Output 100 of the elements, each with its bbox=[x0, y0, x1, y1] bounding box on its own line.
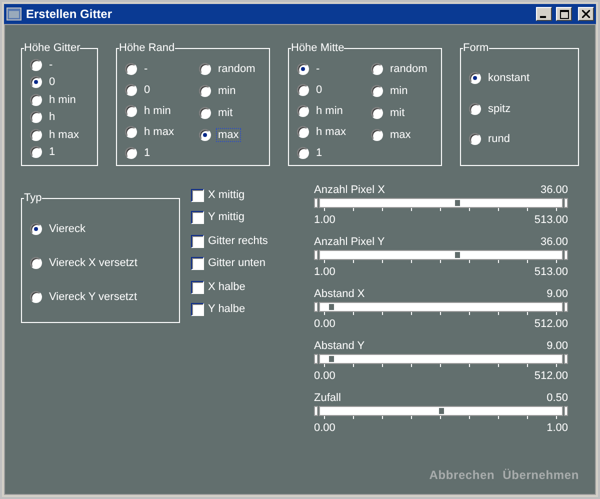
radio-label: mit bbox=[389, 106, 406, 120]
slider-end-cap bbox=[314, 198, 318, 208]
radio-label: h max bbox=[48, 128, 80, 142]
radio-label: Viereck X versetzt bbox=[48, 256, 138, 270]
slider-value: 9.00 bbox=[546, 288, 568, 300]
radio-label: max bbox=[216, 128, 241, 142]
radio-label: - bbox=[315, 62, 321, 76]
window-icon bbox=[6, 7, 22, 21]
close-icon bbox=[582, 10, 590, 18]
radio-button[interactable] bbox=[125, 104, 137, 116]
radio-button[interactable] bbox=[125, 62, 137, 74]
radio-label: - bbox=[143, 62, 149, 76]
radio-label: h min bbox=[315, 104, 344, 118]
radio-button[interactable] bbox=[297, 146, 309, 158]
slider-end-cap bbox=[314, 406, 318, 416]
slider-end-cap bbox=[564, 302, 568, 312]
radio-button[interactable] bbox=[125, 126, 137, 138]
radio-label: 0 bbox=[315, 82, 324, 96]
radio-button[interactable] bbox=[199, 85, 211, 97]
group-title: Typ bbox=[24, 192, 42, 204]
radio-button[interactable] bbox=[297, 126, 309, 138]
radio-label: h max bbox=[143, 124, 175, 138]
radio-label: 0 bbox=[143, 82, 152, 96]
slider-max: 1.00 bbox=[546, 422, 568, 434]
radio-button[interactable] bbox=[371, 63, 383, 75]
radio-button[interactable] bbox=[371, 85, 383, 97]
checkbox-label: Y mittig bbox=[208, 211, 244, 223]
slider-label: Abstand Y bbox=[314, 340, 365, 352]
radio-label: konstant bbox=[487, 70, 531, 85]
slider-max: 513.00 bbox=[534, 214, 568, 226]
slider-end-cap bbox=[314, 354, 318, 364]
slider-end-cap bbox=[564, 354, 568, 364]
radio-label: rund bbox=[487, 132, 512, 146]
slider-value: 36.00 bbox=[540, 184, 568, 196]
group-title: Form bbox=[463, 42, 489, 54]
checkbox-label: Gitter unten bbox=[208, 257, 266, 269]
radio-button[interactable] bbox=[199, 63, 211, 75]
group-title: Höhe Gitter bbox=[24, 42, 80, 54]
radio-button[interactable] bbox=[30, 223, 42, 235]
slider-thumb[interactable] bbox=[329, 356, 334, 362]
slider-max: 512.00 bbox=[534, 318, 568, 330]
radio-button[interactable] bbox=[371, 129, 383, 141]
radio-label: h bbox=[48, 110, 56, 124]
close-button[interactable] bbox=[578, 7, 594, 21]
radio-button[interactable] bbox=[30, 146, 42, 158]
slider-label: Abstand X bbox=[314, 288, 365, 300]
radio-button[interactable] bbox=[30, 111, 42, 124]
radio-button[interactable] bbox=[30, 128, 42, 141]
slider-end-cap bbox=[564, 198, 568, 208]
checkbox[interactable] bbox=[191, 302, 204, 316]
radio-button[interactable] bbox=[125, 146, 137, 158]
radio-button[interactable] bbox=[125, 84, 137, 96]
checkbox-label: Gitter rechts bbox=[208, 235, 268, 247]
radio-button[interactable] bbox=[371, 107, 383, 119]
window-title: Erstellen Gitter bbox=[26, 7, 114, 21]
checkbox[interactable] bbox=[191, 188, 204, 202]
radio-button[interactable] bbox=[469, 133, 481, 146]
slider-thumb[interactable] bbox=[329, 304, 334, 310]
slider-value: 9.00 bbox=[546, 340, 568, 352]
radio-label: 1 bbox=[315, 146, 324, 160]
radio-label: h min bbox=[48, 92, 77, 107]
checkbox[interactable] bbox=[191, 256, 204, 270]
maximize-button[interactable] bbox=[556, 7, 572, 21]
slider-end-cap bbox=[564, 406, 568, 416]
radio-label: 1 bbox=[143, 146, 152, 160]
slider-thumb[interactable] bbox=[438, 408, 444, 414]
radio-button[interactable] bbox=[30, 257, 42, 269]
checkbox[interactable] bbox=[191, 234, 204, 248]
radio-label: min bbox=[389, 84, 409, 98]
radio-button[interactable] bbox=[199, 107, 211, 119]
slider-label: Anzahl Pixel Y bbox=[314, 236, 385, 248]
radio-button[interactable] bbox=[199, 129, 211, 141]
radio-label: mit bbox=[217, 106, 234, 120]
radio-button[interactable] bbox=[469, 72, 481, 84]
radio-label: Viereck Y versetzt bbox=[48, 290, 138, 304]
slider-value: 36.00 bbox=[540, 236, 568, 248]
radio-label: spitz bbox=[487, 102, 512, 116]
radio-button[interactable] bbox=[297, 104, 309, 116]
slider-max: 512.00 bbox=[534, 370, 568, 382]
checkbox-label: Y halbe bbox=[208, 303, 246, 315]
radio-button[interactable] bbox=[30, 94, 42, 106]
slider-min: 1.00 bbox=[314, 266, 336, 278]
checkbox[interactable] bbox=[191, 280, 204, 294]
radio-button[interactable] bbox=[297, 84, 309, 96]
radio-button[interactable] bbox=[30, 58, 42, 71]
radio-button[interactable] bbox=[297, 62, 309, 74]
checkbox[interactable] bbox=[191, 210, 204, 224]
minimize-button[interactable] bbox=[536, 7, 552, 21]
radio-label: random bbox=[217, 62, 256, 76]
checkbox-label: X mittig bbox=[208, 189, 245, 201]
radio-button[interactable] bbox=[469, 102, 481, 114]
radio-label: min bbox=[217, 84, 237, 98]
slider-label: Anzahl Pixel X bbox=[314, 184, 385, 196]
slider-min: 0.00 bbox=[314, 370, 336, 382]
radio-button[interactable] bbox=[30, 291, 42, 303]
radio-button[interactable] bbox=[30, 76, 42, 88]
slider-min: 0.00 bbox=[314, 318, 336, 330]
slider-thumb[interactable] bbox=[455, 200, 460, 206]
slider-end-cap bbox=[314, 250, 318, 260]
slider-thumb[interactable] bbox=[455, 252, 460, 258]
